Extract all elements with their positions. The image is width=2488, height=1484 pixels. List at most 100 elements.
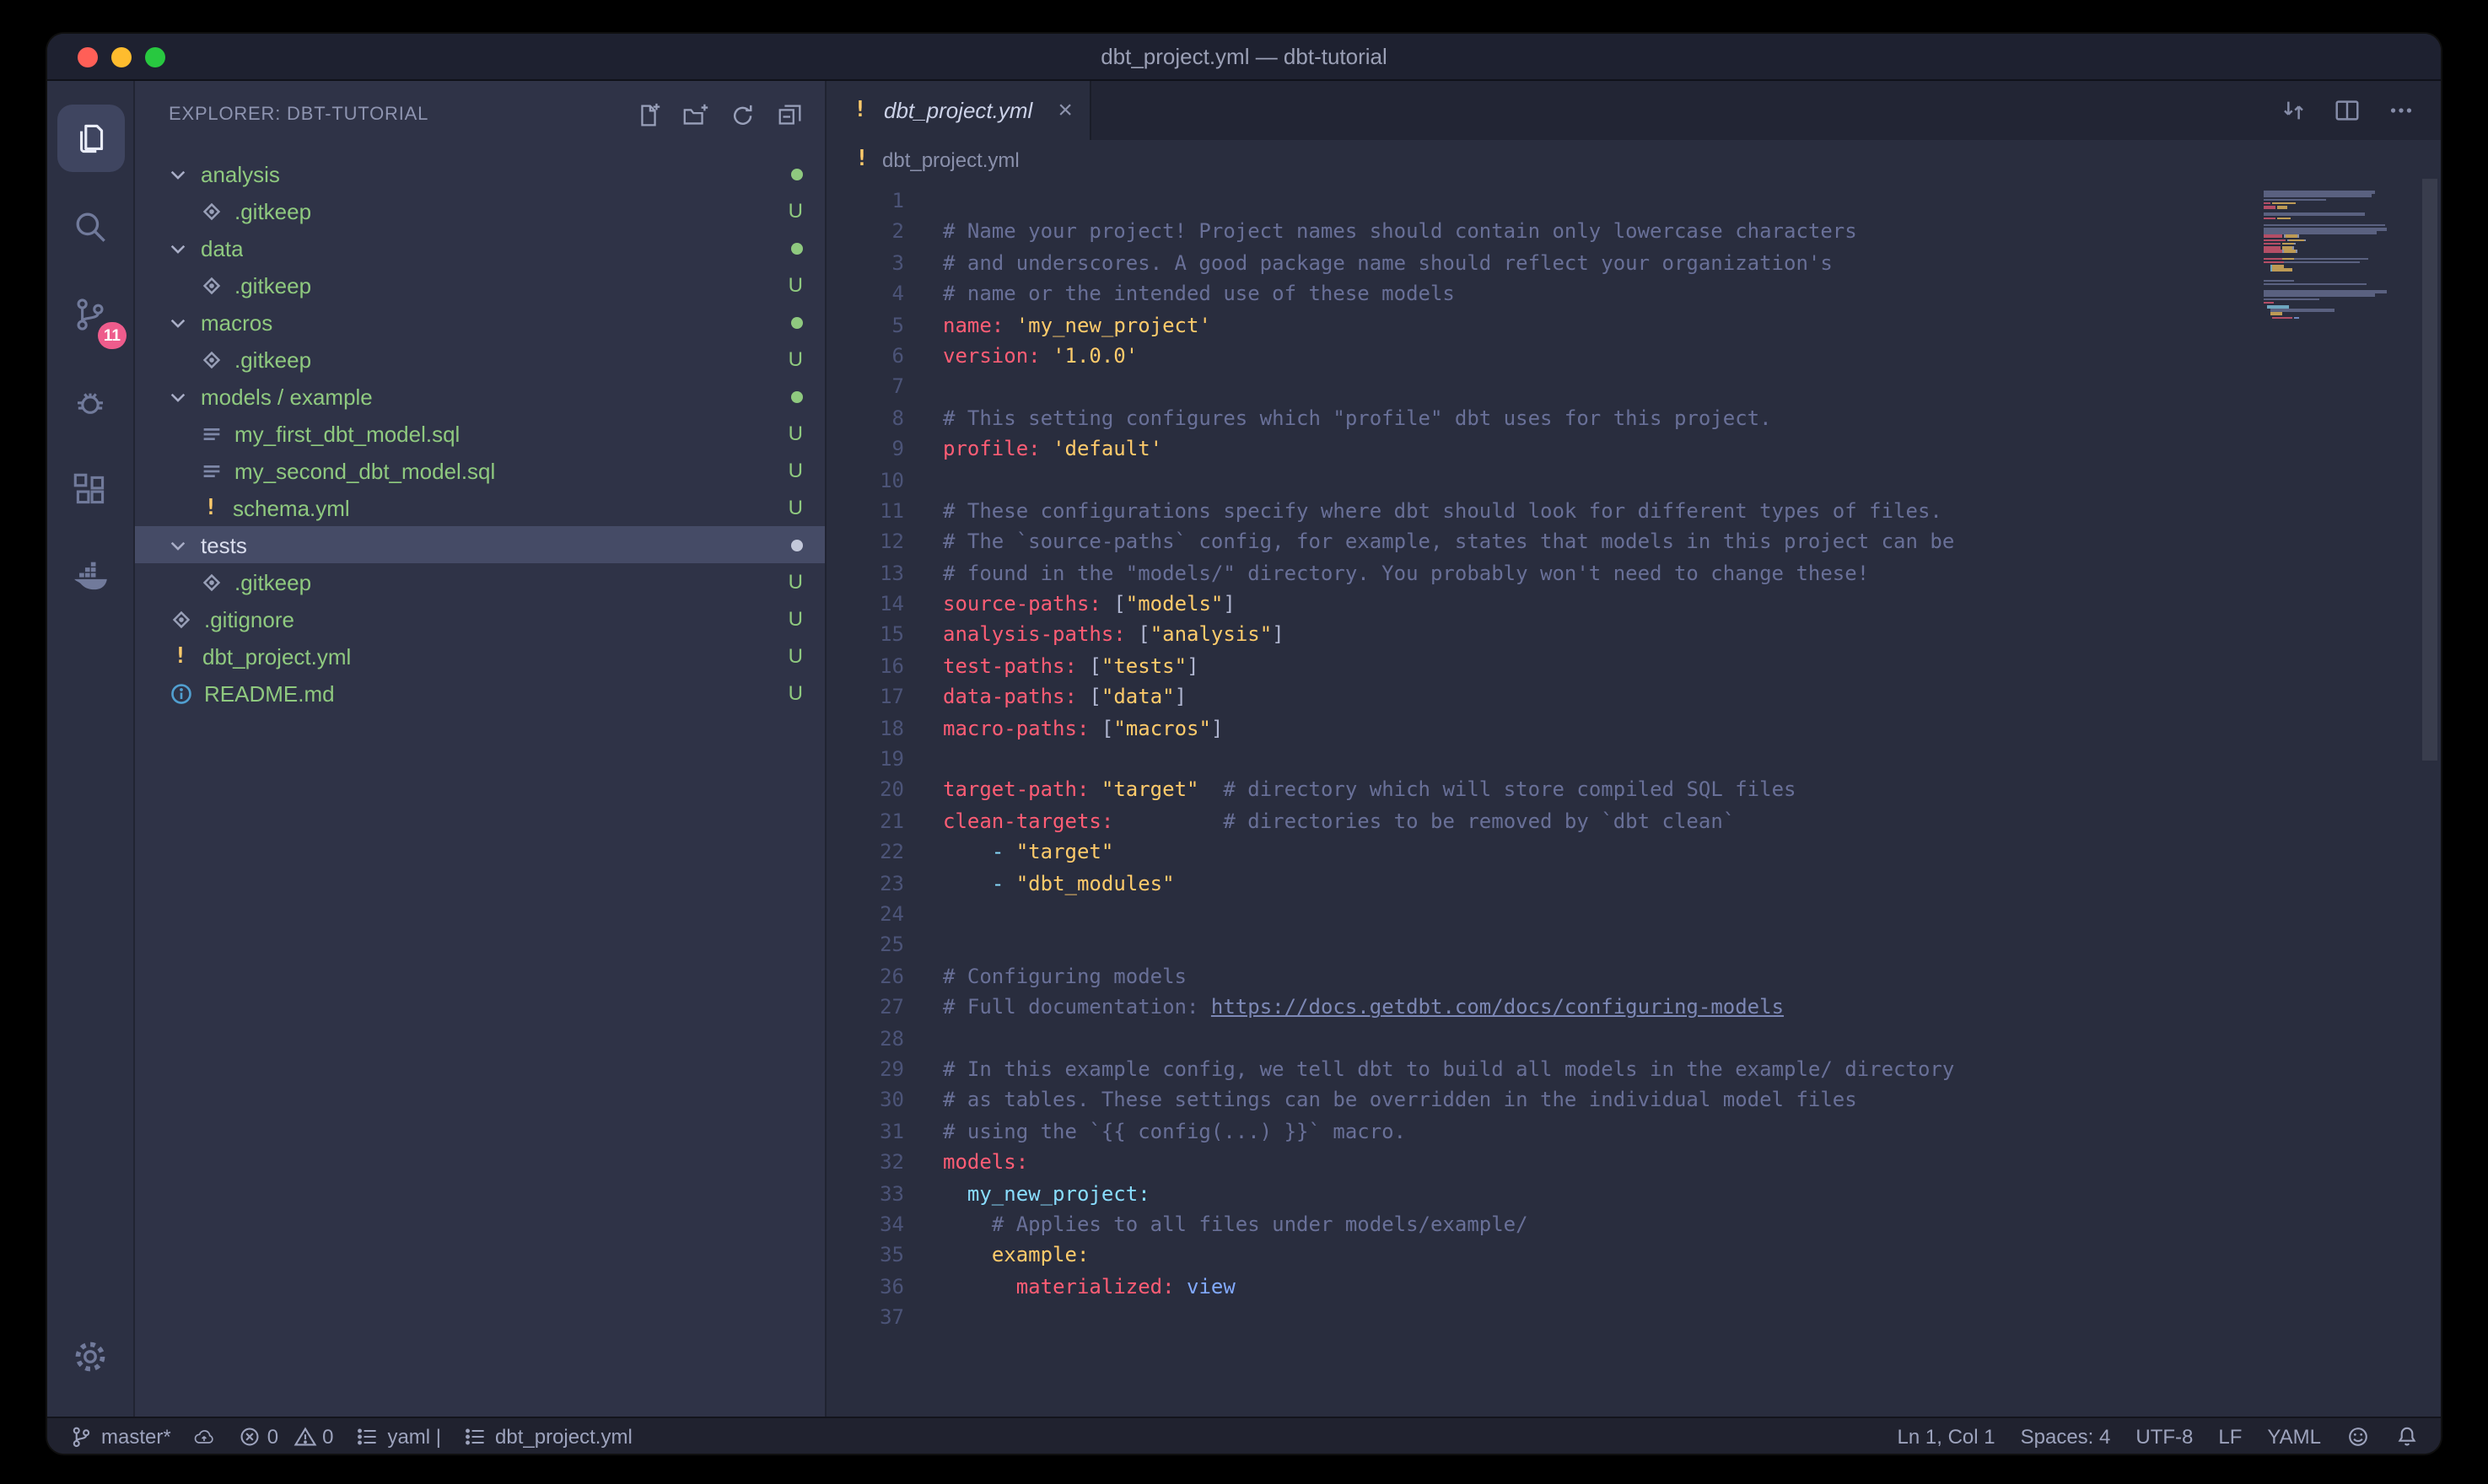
cursor-position[interactable]: Ln 1, Col 1 [1898,1424,1995,1448]
yaml-status-label: yaml | [387,1424,441,1448]
breadcrumb[interactable]: ! dbt_project.yml [827,140,2441,179]
minimize-window-button[interactable] [111,46,132,67]
activity-item-source-control[interactable]: 11 [47,270,134,358]
code-line[interactable]: 12# The `source-paths` config, for examp… [827,527,2441,558]
feedback-button[interactable] [2346,1424,2370,1448]
more-actions-icon[interactable] [2387,96,2415,125]
publish-changes-button[interactable] [193,1424,217,1448]
tree-file-dbt-project-yml[interactable]: !dbt_project.ymlU [135,637,825,675]
code-line[interactable]: 37 [827,1302,2441,1333]
problems-status[interactable]: 0 0 [239,1424,334,1448]
code-line[interactable]: 31# using the `{{ config(...) }}` macro. [827,1116,2441,1147]
new-folder-button[interactable] [681,100,710,129]
activity-item-debug[interactable] [47,358,134,445]
eol-status[interactable]: LF [2218,1424,2242,1448]
code-line[interactable]: 21clean-targets: # directories to be rem… [827,806,2441,837]
activity-item-docker[interactable] [47,533,134,621]
code-line[interactable]: 24 [827,899,2441,930]
code-line[interactable]: 27# Full documentation: https://docs.get… [827,992,2441,1023]
tree-file-my-second-dbt-model-sql[interactable]: my_second_dbt_model.sqlU [135,452,825,489]
tree-file-schema-yml[interactable]: !schema.ymlU [135,489,825,526]
code-line[interactable]: 7 [827,372,2441,403]
code-line[interactable]: 6version: '1.0.0' [827,341,2441,372]
tree-folder-macros[interactable]: macros [135,304,825,341]
tree-folder-analysis[interactable]: analysis [135,155,825,192]
open-changes-icon[interactable] [2279,96,2308,125]
code-line[interactable]: 19 [827,744,2441,775]
code-line[interactable]: 29# In this example config, we tell dbt … [827,1054,2441,1085]
code-line[interactable]: 26# Configuring models [827,961,2441,992]
line-number: 14 [827,589,904,620]
language-label: YAML [2267,1424,2321,1448]
tree-item-label: my_first_dbt_model.sql [234,421,460,446]
language-mode[interactable]: YAML [2267,1424,2321,1448]
code-text: profile: 'default' [943,433,1162,465]
activity-item-extensions[interactable] [47,445,134,533]
indentation-label: Spaces: 4 [2021,1424,2111,1448]
code-line[interactable]: 36 materialized: view [827,1271,2441,1302]
code-line[interactable]: 28 [827,1023,2441,1054]
notifications-button[interactable] [2395,1424,2419,1448]
chevron-down-icon [165,237,191,259]
tree-file-gitkeep[interactable]: .gitkeepU [135,341,825,378]
code-line[interactable]: 10 [827,465,2441,496]
tree-folder-data[interactable]: data [135,229,825,266]
file-status-item[interactable]: dbt_project.yml [463,1424,633,1448]
tree-file-gitkeep[interactable]: .gitkeepU [135,192,825,229]
branch-status[interactable]: master* [69,1424,171,1448]
tree-file-gitignore[interactable]: .gitignoreU [135,600,825,637]
code-editor[interactable]: 12# Name your project! Project names sho… [827,179,2441,1417]
code-line[interactable]: 13# found in the "models/" directory. Yo… [827,557,2441,589]
yaml-status-item[interactable]: yaml | [355,1424,441,1448]
code-line[interactable]: 17data-paths: ["data"] [827,682,2441,713]
tab-dbt-project-yml[interactable]: ! dbt_project.yml × [827,81,1091,140]
code-line[interactable]: 9profile: 'default' [827,433,2441,465]
code-line[interactable]: 25 [827,930,2441,961]
code-line[interactable]: 35 example: [827,1240,2441,1272]
tree-folder-tests[interactable]: tests [135,526,825,563]
editor-group: ! dbt_project.yml × ! dbt_project.yml [827,81,2441,1417]
zoom-window-button[interactable] [145,46,165,67]
tree-file-my-first-dbt-model-sql[interactable]: my_first_dbt_model.sqlU [135,415,825,452]
indentation-status[interactable]: Spaces: 4 [2021,1424,2111,1448]
activity-item-explorer[interactable] [47,94,134,182]
close-window-button[interactable] [78,46,98,67]
activity-item-settings[interactable] [47,1312,134,1400]
code-line[interactable]: 22 - "target" [827,836,2441,868]
code-line[interactable]: 14source-paths: ["models"] [827,589,2441,620]
code-line[interactable]: 11# These configurations specify where d… [827,496,2441,527]
code-line[interactable]: 1 [827,186,2441,217]
readme-info-icon [169,680,194,706]
code-text: my_new_project: [943,1178,1150,1209]
new-file-button[interactable] [634,100,663,129]
code-line[interactable]: 34 # Applies to all files under models/e… [827,1209,2441,1240]
code-line[interactable]: 5name: 'my_new_project' [827,309,2441,341]
code-line[interactable]: 30# as tables. These settings can be ove… [827,1085,2441,1116]
encoding-status[interactable]: UTF-8 [2135,1424,2193,1448]
code-line[interactable]: 23 - "dbt_modules" [827,868,2441,899]
code-line[interactable]: 8# This setting configures which "profil… [827,402,2441,433]
tree-item-label: models / example [201,384,373,409]
tree-folder-models-example[interactable]: models / example [135,378,825,415]
code-text: models: [943,1147,1028,1178]
editor-scrollbar[interactable] [2422,179,2437,761]
activity-item-search[interactable] [47,182,134,270]
tab-close-icon[interactable]: × [1058,98,1073,123]
tree-file-gitkeep[interactable]: .gitkeepU [135,266,825,304]
code-line[interactable]: 2# Name your project! Project names shou… [827,217,2441,248]
breadcrumb-file[interactable]: dbt_project.yml [882,148,1020,171]
code-line[interactable]: 32models: [827,1147,2441,1178]
code-line[interactable]: 20target-path: "target" # directory whic… [827,775,2441,806]
code-line[interactable]: 33 my_new_project: [827,1178,2441,1209]
code-line[interactable]: 18macro-paths: ["macros"] [827,712,2441,744]
tree-file-gitkeep[interactable]: .gitkeepU [135,563,825,600]
code-line[interactable]: 3# and underscores. A good package name … [827,248,2441,279]
code-line[interactable]: 4# name or the intended use of these mod… [827,278,2441,309]
refresh-button[interactable] [729,100,757,129]
tree-file-readme-md[interactable]: README.mdU [135,675,825,712]
code-line[interactable]: 15analysis-paths: ["analysis"] [827,620,2441,651]
split-editor-icon[interactable] [2333,96,2361,125]
code-line[interactable]: 16test-paths: ["tests"] [827,651,2441,682]
collapse-folders-button[interactable] [776,100,805,129]
minimap[interactable] [2264,187,2412,324]
